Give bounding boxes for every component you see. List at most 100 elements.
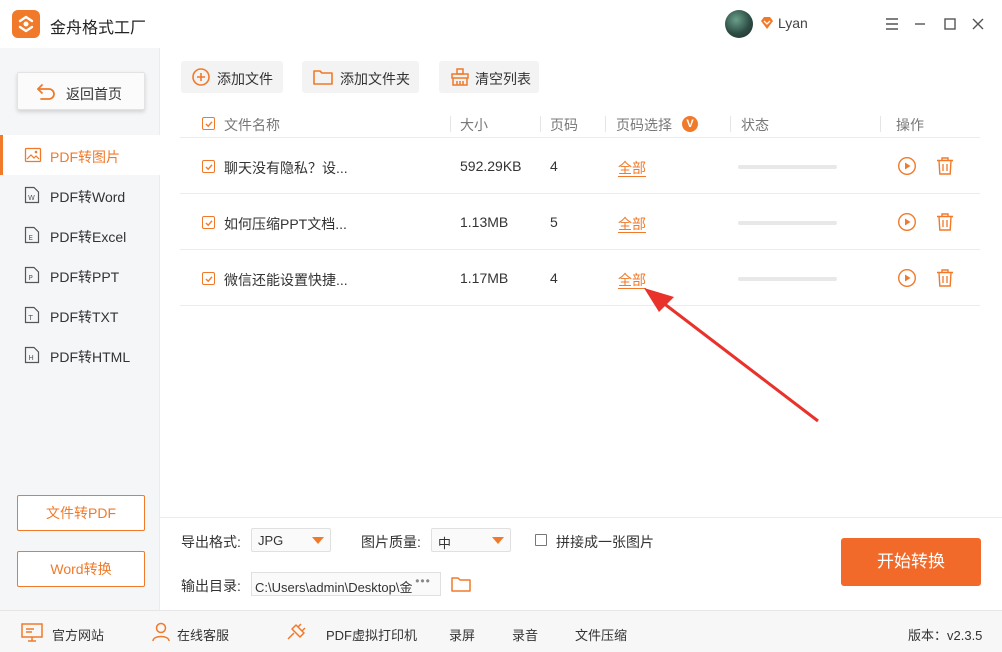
trash-icon[interactable]: [935, 156, 955, 176]
file-size: 1.17MB: [460, 270, 509, 286]
monitor-icon: [21, 623, 43, 642]
progress-bar: [738, 277, 837, 281]
add-folder-label: 添加文件夹: [340, 71, 410, 87]
col-separator: [605, 116, 606, 132]
close-button[interactable]: [966, 12, 990, 36]
add-file-label: 添加文件: [217, 71, 273, 87]
format-value: JPG: [258, 533, 284, 548]
col-header-status: 状态: [741, 117, 769, 133]
page-count: 4: [550, 270, 558, 286]
merge-label[interactable]: 拼接成一张图片: [556, 532, 654, 552]
virtual-printer-link[interactable]: PDF虚拟打印机: [326, 625, 417, 644]
maximize-icon: [944, 18, 956, 30]
col-header-actions: 操作: [896, 117, 924, 133]
sidebar-item-label: PDF转PPT: [50, 269, 120, 285]
start-convert-button[interactable]: 开始转换: [841, 538, 981, 586]
row-checkbox[interactable]: [202, 160, 215, 173]
title-bar: 金舟格式工厂 Lyan: [0, 0, 1002, 48]
check-icon: [205, 276, 213, 283]
file-compress-link[interactable]: 文件压缩: [575, 625, 627, 644]
play-icon[interactable]: [897, 212, 917, 232]
col-separator: [880, 116, 881, 132]
file-name: 聊天没有隐私？设...: [224, 160, 348, 176]
add-folder-button[interactable]: 添加文件夹: [302, 61, 419, 93]
svg-text:W: W: [28, 194, 35, 202]
sidebar-item-pdf-to-image[interactable]: PDF转图片: [0, 135, 160, 175]
version-label: 版本：v2.3.5: [908, 628, 983, 643]
plus-circle-icon: [192, 68, 210, 86]
col-separator: [540, 116, 541, 132]
trash-icon[interactable]: [935, 268, 955, 288]
check-icon: [205, 121, 213, 128]
menu-button[interactable]: [880, 12, 904, 36]
open-folder-icon[interactable]: [450, 574, 472, 594]
row-checkbox[interactable]: [202, 272, 215, 285]
table-row: 微信还能设置快捷... 1.17MB 4 全部: [180, 250, 980, 306]
page-count: 4: [550, 158, 558, 174]
merge-checkbox[interactable]: [535, 534, 547, 546]
col-header-name: 文件名称: [224, 117, 280, 133]
user-name[interactable]: Lyan: [778, 15, 808, 31]
play-icon[interactable]: [897, 156, 917, 176]
app-title: 金舟格式工厂: [50, 20, 147, 37]
audio-record-link[interactable]: 录音: [512, 625, 538, 644]
maximize-button[interactable]: [938, 12, 962, 36]
svg-text:P: P: [29, 274, 33, 282]
sidebar-item-label: PDF转HTML: [50, 349, 131, 365]
clear-list-button[interactable]: 清空列表: [439, 61, 539, 93]
table-header: 文件名称 大小 页码 页码选择 状态 操作: [180, 110, 980, 138]
select-all-checkbox[interactable]: [202, 117, 215, 130]
file-to-pdf-button[interactable]: 文件转PDF: [17, 495, 145, 531]
ppt-file-icon: P: [24, 266, 40, 284]
table-row: 聊天没有隐私？设... 592.29KB 4 全部: [180, 138, 980, 194]
quality-value: 中: [438, 536, 452, 551]
sidebar-item-label: PDF转Word: [50, 189, 126, 205]
app-logo-icon: [12, 10, 40, 38]
progress-bar: [738, 221, 837, 225]
vip-diamond-icon: [761, 17, 773, 29]
home-button-label: 返回首页: [66, 86, 122, 102]
sidebar-item-pdf-to-txt[interactable]: T PDF转TXT: [0, 295, 160, 335]
browse-more-button[interactable]: •••: [410, 574, 436, 594]
sidebar-item-pdf-to-excel[interactable]: E PDF转Excel: [0, 215, 160, 255]
user-avatar[interactable]: [725, 10, 753, 38]
hamburger-icon: [886, 18, 898, 30]
output-path-field[interactable]: C:\Users\admin\Desktop\金 •••: [251, 572, 441, 596]
check-icon: [205, 220, 213, 227]
svg-text:T: T: [28, 314, 34, 322]
online-service-link[interactable]: 在线客服: [177, 625, 229, 644]
col-header-size: 大小: [460, 117, 488, 133]
page-select-link[interactable]: 全部: [618, 158, 646, 178]
image-icon: [24, 147, 42, 163]
word-convert-button[interactable]: Word转换: [17, 551, 145, 587]
minimize-icon: [915, 23, 925, 25]
official-website-link[interactable]: 官方网站: [52, 625, 104, 644]
trash-icon[interactable]: [935, 212, 955, 232]
clear-list-label: 清空列表: [475, 71, 531, 87]
sidebar-item-label: PDF转图片: [50, 149, 120, 165]
sidebar-item-pdf-to-word[interactable]: W PDF转Word: [0, 175, 160, 215]
home-button[interactable]: 返回首页: [17, 72, 145, 110]
sidebar-item-pdf-to-ppt[interactable]: P PDF转PPT: [0, 255, 160, 295]
play-icon[interactable]: [897, 268, 917, 288]
add-file-button[interactable]: 添加文件: [181, 61, 283, 93]
screen-record-link[interactable]: 录屏: [449, 625, 475, 644]
back-arrow-icon: [37, 84, 55, 100]
close-icon: [972, 18, 984, 30]
col-separator: [730, 116, 731, 132]
sidebar-item-pdf-to-html[interactable]: H PDF转HTML: [0, 335, 160, 375]
col-header-page-select: 页码选择: [616, 117, 672, 133]
svg-text:E: E: [29, 234, 33, 242]
chevron-down-icon: [312, 537, 324, 544]
row-checkbox[interactable]: [202, 216, 215, 229]
page-select-vip-badge[interactable]: V: [682, 116, 698, 132]
file-size: 1.13MB: [460, 214, 509, 230]
quality-label: 图片质量:: [361, 534, 421, 550]
minimize-button[interactable]: [908, 12, 932, 36]
col-separator: [450, 116, 451, 132]
page-select-link[interactable]: 全部: [618, 214, 646, 234]
format-label: 导出格式:: [181, 534, 241, 550]
format-select[interactable]: JPG: [251, 528, 331, 552]
quality-select[interactable]: 中: [431, 528, 511, 552]
sidebar: 返回首页 PDF转图片 W PDF转Word E PDF转Excel P PDF…: [0, 48, 160, 610]
